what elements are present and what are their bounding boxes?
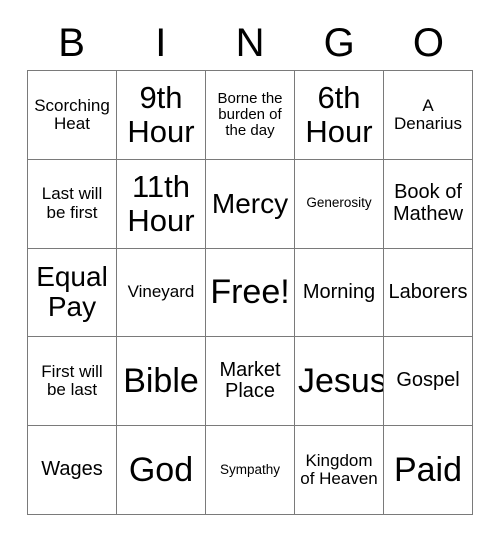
- bingo-cell[interactable]: Gospel: [384, 337, 473, 427]
- bingo-cell[interactable]: Bible: [117, 337, 206, 427]
- bingo-card: B I N G O Scorching Heat 9th Hour Borne …: [0, 0, 500, 544]
- bingo-cell[interactable]: Paid: [384, 426, 473, 515]
- bingo-cell-label: Market Place: [219, 358, 281, 403]
- bingo-cell-label: Paid: [393, 450, 463, 489]
- bingo-cell[interactable]: Generosity: [295, 159, 384, 249]
- bingo-cell[interactable]: Borne the burden of the day: [206, 71, 295, 160]
- bingo-cell-label: Scorching Heat: [34, 95, 110, 133]
- bingo-cell-label: First will be last: [41, 361, 103, 400]
- bingo-cell-label: Wages: [41, 458, 103, 481]
- bingo-header-letter-o: O: [412, 21, 444, 65]
- bingo-cell[interactable]: 11th Hour: [117, 159, 206, 249]
- bingo-cell[interactable]: A Denarius: [384, 71, 473, 160]
- bingo-cell[interactable]: Mercy: [206, 159, 295, 249]
- bingo-cell-label: God: [128, 450, 194, 489]
- bingo-cell[interactable]: Vineyard: [117, 248, 206, 338]
- bingo-header-row: B I N G O: [27, 16, 473, 70]
- bingo-cell[interactable]: Morning: [295, 248, 384, 338]
- bingo-cell[interactable]: Scorching Heat: [28, 71, 117, 160]
- bingo-cell[interactable]: Equal Pay: [28, 248, 117, 338]
- bingo-cell-label: Mercy: [211, 187, 289, 219]
- bingo-cell[interactable]: Last will be first: [28, 159, 117, 249]
- bingo-cell-label: Laborers: [388, 280, 468, 303]
- bingo-cell-label: Jesus: [298, 361, 384, 400]
- bingo-cell-label: Book of Mathew: [392, 181, 464, 225]
- bingo-cell[interactable]: God: [117, 426, 206, 515]
- bingo-cell[interactable]: Book of Mathew: [384, 159, 473, 249]
- bingo-cell-label: Kingdom of Heaven: [300, 450, 378, 489]
- bingo-cell[interactable]: Laborers: [384, 248, 473, 338]
- bingo-cell-label: 9th Hour: [127, 80, 195, 149]
- bingo-cell-label: 11th Hour: [127, 169, 195, 238]
- bingo-cell-label: Equal Pay: [36, 261, 108, 323]
- bingo-cell[interactable]: 6th Hour: [295, 71, 384, 160]
- bingo-cell[interactable]: Wages: [28, 426, 117, 515]
- bingo-cell-label: Bible: [123, 361, 199, 400]
- bingo-header-letter-i: I: [155, 21, 167, 65]
- bingo-cell-label: Morning: [302, 280, 376, 303]
- bingo-cell[interactable]: First will be last: [28, 337, 117, 427]
- bingo-cell[interactable]: Market Place: [206, 337, 295, 427]
- bingo-cell-label: Last will be first: [41, 184, 103, 222]
- bingo-cell[interactable]: Kingdom of Heaven: [295, 426, 384, 515]
- bingo-cell-label: Free!: [210, 273, 290, 312]
- bingo-cell-label: A Denarius: [393, 95, 463, 133]
- bingo-cell-label: 6th Hour: [305, 80, 373, 149]
- bingo-cell-label: Gospel: [396, 369, 460, 392]
- bingo-cell-label: Generosity: [306, 195, 372, 211]
- bingo-header-letter-n: N: [235, 21, 265, 65]
- bingo-grid: Scorching Heat 9th Hour Borne the burden…: [27, 70, 473, 515]
- bingo-cell[interactable]: 9th Hour: [117, 71, 206, 160]
- bingo-cell[interactable]: Jesus: [295, 337, 384, 427]
- bingo-header-letter-b: B: [58, 21, 85, 65]
- bingo-cell-free[interactable]: Free!: [206, 248, 295, 338]
- bingo-cell-label: Vineyard: [127, 282, 195, 302]
- bingo-header-letter-g: G: [323, 21, 355, 65]
- bingo-cell-label: Borne the burden of the day: [217, 89, 283, 139]
- bingo-cell-label: Sympathy: [219, 461, 281, 477]
- bingo-cell[interactable]: Sympathy: [206, 426, 295, 515]
